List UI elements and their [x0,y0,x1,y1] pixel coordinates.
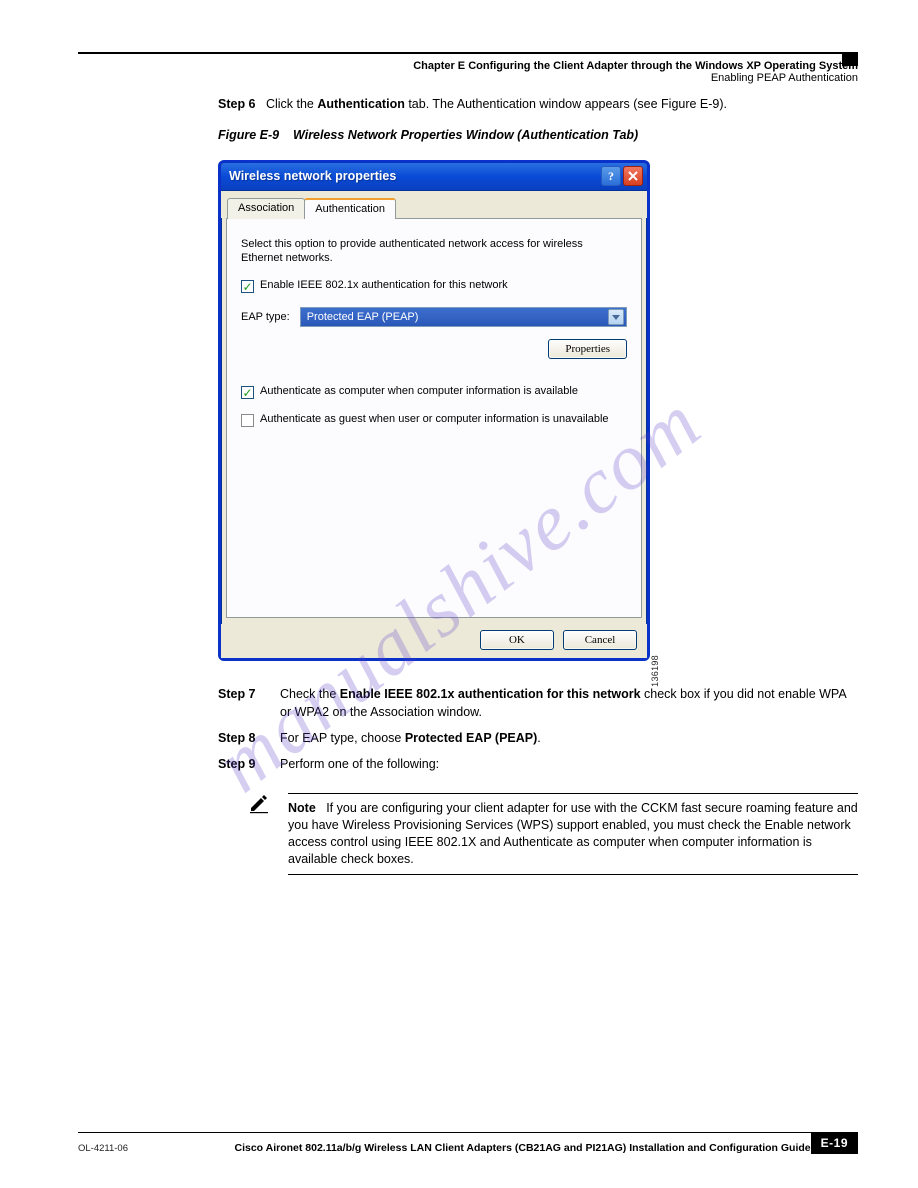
figure-caption: Figure E-9 Wireless Network Properties W… [218,128,858,142]
step-7: Step 7 Check the Enable IEEE 802.1x auth… [218,685,858,721]
note-label: Note [288,801,316,815]
footer-manual-title: Cisco Aironet 802.11a/b/g Wireless LAN C… [148,1142,811,1154]
auth-as-computer-row: ✓ Authenticate as computer when computer… [241,385,627,399]
corner-decoration [842,54,858,66]
note-content: Note If you are configuring your client … [288,793,858,875]
step-number: Step 6 [218,97,256,111]
step-6: Step 6 Click the Authentication tab. The… [218,96,858,114]
screenshot: Wireless network properties ? Associatio… [218,160,658,661]
chevron-down-icon [612,315,620,320]
tab-association[interactable]: Association [227,198,305,219]
note-text: If you are configuring your client adapt… [288,801,858,866]
eap-type-value: Protected EAP (PEAP) [307,311,419,323]
auth-as-guest-checkbox[interactable] [241,414,254,427]
dialog-button-row: OK Cancel [221,624,647,658]
auth-as-guest-label: Authenticate as guest when user or compu… [260,413,609,425]
page-header: Chapter E Configuring the Client Adapter… [78,60,858,84]
enable-8021x-checkbox[interactable]: ✓ [241,280,254,293]
tab-strip: Association Authentication [221,191,647,218]
combobox-arrow[interactable] [608,309,624,325]
section-breadcrumb: Enabling PEAP Authentication [78,72,858,84]
panel-intro-text: Select this option to provide authentica… [241,237,627,266]
tab-authentication[interactable]: Authentication [304,198,396,219]
dialog-titlebar[interactable]: Wireless network properties ? [221,163,647,191]
eap-type-label: EAP type: [241,311,290,323]
auth-as-computer-checkbox[interactable]: ✓ [241,386,254,399]
page-footer: OL-4211-06 Cisco Aironet 802.11a/b/g Wir… [78,1132,858,1154]
ok-button[interactable]: OK [480,630,554,650]
page-number: E-19 [811,1132,858,1154]
note-block: Note If you are configuring your client … [248,793,858,875]
auth-as-guest-row: Authenticate as guest when user or compu… [241,413,627,427]
note-pencil-icon [248,793,270,820]
chapter-title: Chapter E Configuring the Client Adapter… [78,60,858,72]
dialog-title: Wireless network properties [229,169,601,183]
eap-type-row: EAP type: Protected EAP (PEAP) [241,307,627,327]
auth-as-computer-label: Authenticate as computer when computer i… [260,385,578,397]
step-number: Step 8 [218,729,270,747]
footer-docno: OL-4211-06 [78,1143,128,1154]
cancel-button[interactable]: Cancel [563,630,637,650]
check-icon: ✓ [242,387,252,399]
wireless-properties-dialog: Wireless network properties ? Associatio… [218,160,650,661]
eap-type-combobox[interactable]: Protected EAP (PEAP) [300,307,627,327]
enable-8021x-label: Enable IEEE 802.1x authentication for th… [260,279,508,291]
figure-image-id: 136198 [650,655,660,687]
step-9: Step 9 Perform one of the following: [218,755,858,773]
check-icon: ✓ [242,281,252,293]
close-button[interactable] [623,166,643,186]
authentication-panel: Select this option to provide authentica… [226,218,642,618]
eap-properties-button[interactable]: Properties [548,339,627,359]
step-number: Step 9 [218,755,270,773]
step-8: Step 8 For EAP type, choose Protected EA… [218,729,858,747]
help-button[interactable]: ? [601,166,621,186]
enable-8021x-row: ✓ Enable IEEE 802.1x authentication for … [241,279,627,293]
step-number: Step 7 [218,685,270,721]
